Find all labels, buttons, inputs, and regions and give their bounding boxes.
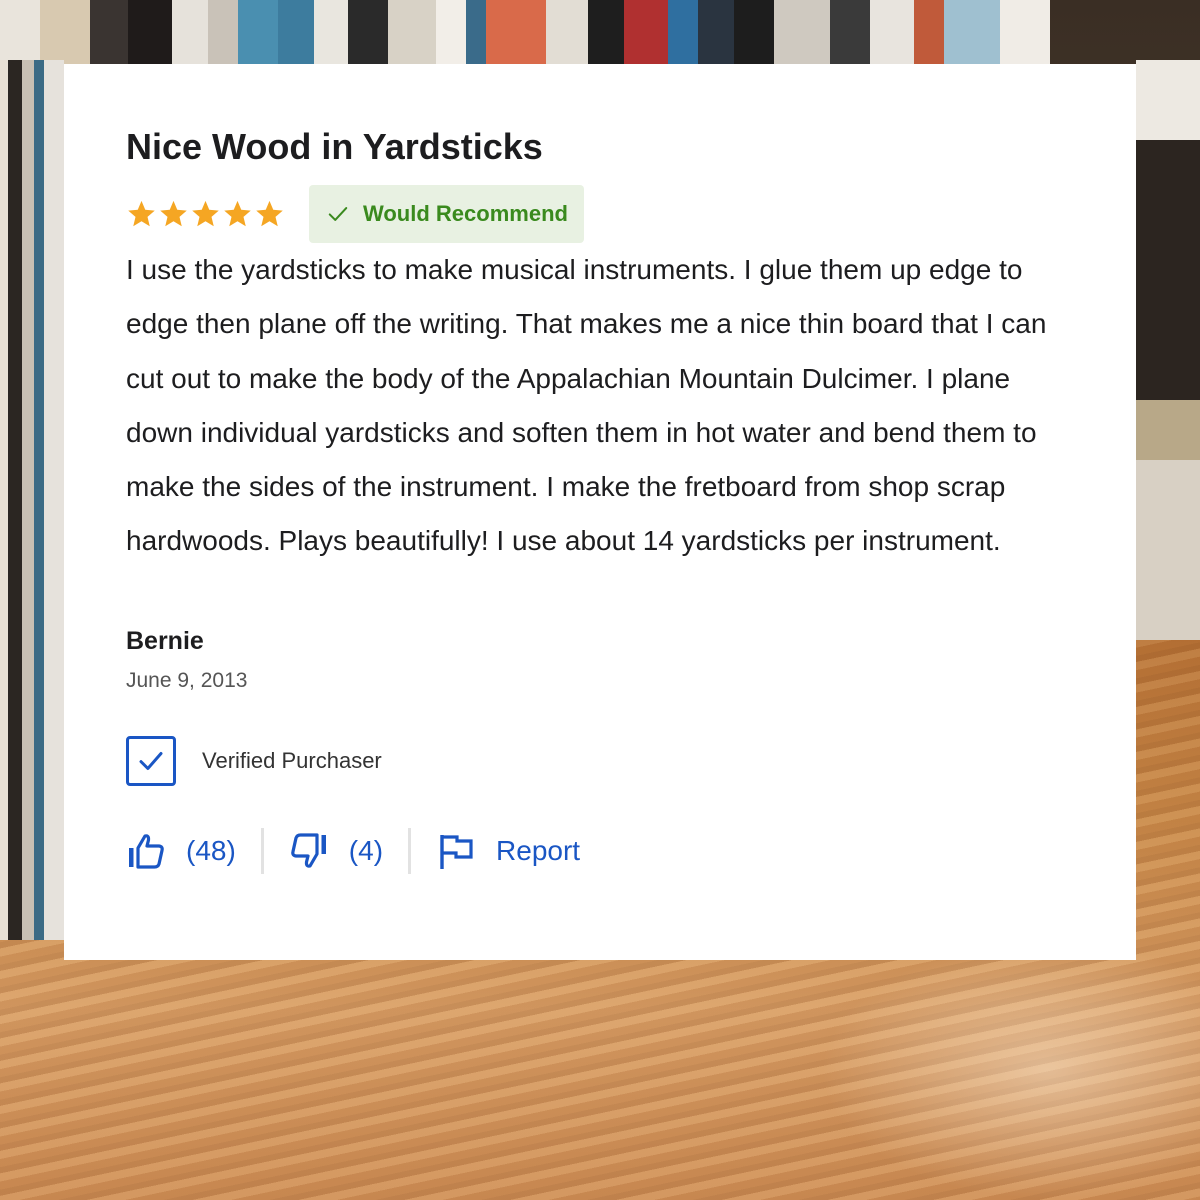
helpful-count: (48) bbox=[186, 835, 236, 866]
star-rating bbox=[126, 199, 285, 229]
divider bbox=[260, 828, 264, 874]
star-icon bbox=[224, 200, 251, 227]
feedback-actions: (48) (4) Report bbox=[126, 828, 580, 874]
review-date: June 9, 2013 bbox=[126, 669, 248, 692]
verified-label: Verified Purchaser bbox=[202, 748, 382, 773]
review-body: I use the yardsticks to make musical ins… bbox=[126, 254, 1047, 557]
thumbs-down-icon bbox=[291, 833, 326, 868]
star-icon bbox=[192, 200, 219, 227]
star-icon bbox=[128, 200, 155, 227]
review-card: Nice Wood in Yardsticks Would Recommend … bbox=[64, 64, 1136, 960]
would-recommend-badge: Would Recommend bbox=[309, 185, 584, 243]
review-author: Bernie bbox=[126, 627, 204, 655]
divider bbox=[408, 828, 412, 874]
book-spines bbox=[0, 0, 1200, 70]
star-icon bbox=[160, 200, 187, 227]
helpful-button[interactable]: (48) bbox=[126, 831, 236, 871]
review-title: Nice Wood in Yardsticks bbox=[126, 126, 543, 167]
thumbs-up-icon bbox=[129, 834, 164, 869]
flag-icon bbox=[440, 835, 473, 869]
report-button[interactable]: Report bbox=[436, 831, 580, 871]
star-icon bbox=[256, 200, 283, 227]
verified-purchaser: Verified Purchaser bbox=[126, 736, 382, 786]
right-book-edge bbox=[1136, 60, 1200, 640]
light-glare bbox=[820, 940, 1200, 1200]
checkbox-checked-icon bbox=[126, 736, 176, 786]
check-icon bbox=[328, 207, 348, 221]
unhelpful-button[interactable]: (4) bbox=[289, 831, 383, 871]
unhelpful-count: (4) bbox=[348, 835, 384, 866]
rating-row: Would Recommend bbox=[126, 185, 584, 243]
recommend-label: Would Recommend bbox=[363, 201, 568, 226]
report-label: Report bbox=[496, 835, 581, 866]
left-book-edge bbox=[0, 60, 64, 940]
